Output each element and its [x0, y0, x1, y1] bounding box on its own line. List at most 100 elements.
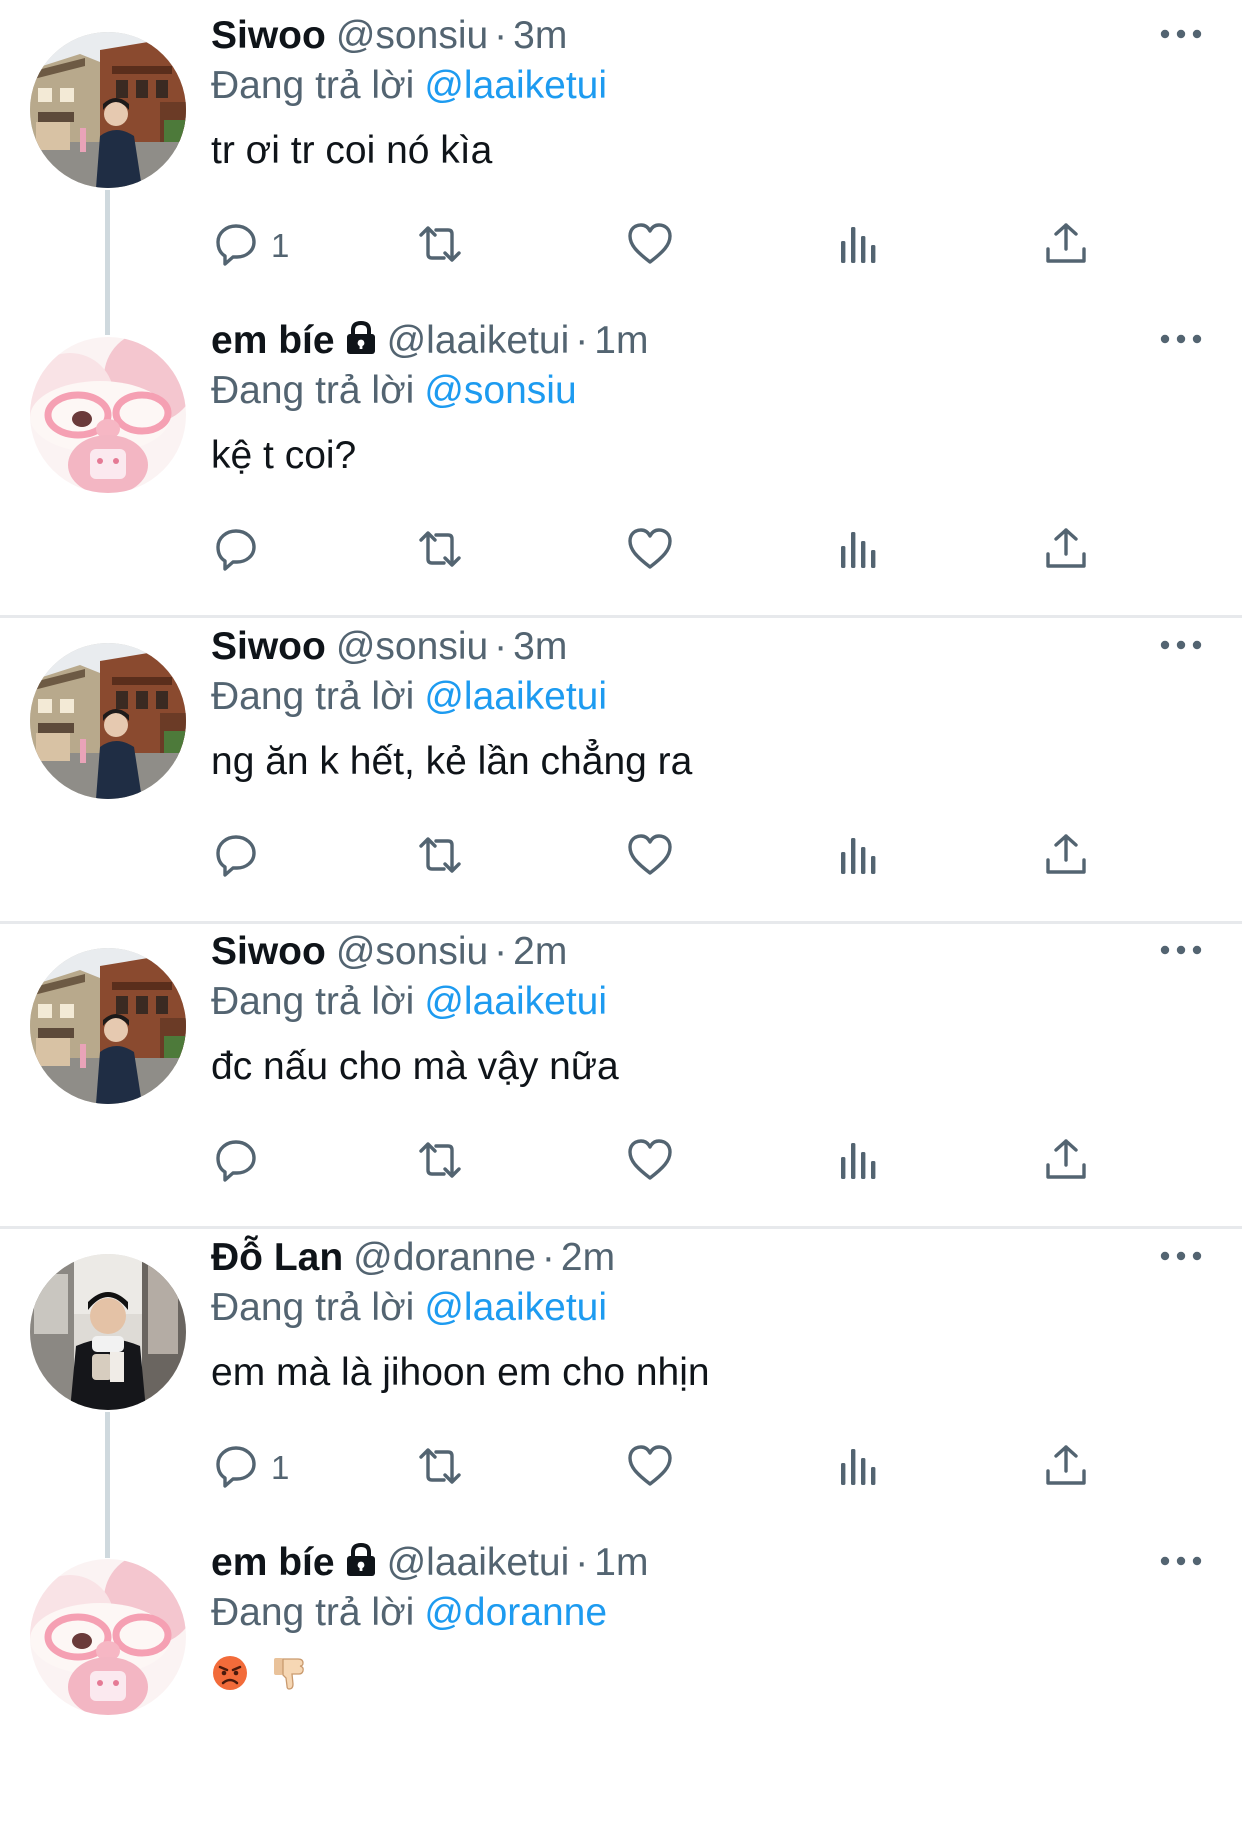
separator-dot: · — [494, 930, 508, 973]
share-icon — [1041, 219, 1091, 274]
share-icon — [1041, 830, 1091, 885]
share-icon — [1041, 1135, 1091, 1190]
street-photo-icon — [30, 948, 186, 1104]
display-name[interactable]: Siwoo — [211, 930, 326, 973]
replying-to-label: Đang trả lời — [211, 369, 415, 412]
views-button[interactable] — [834, 829, 884, 885]
reply-button[interactable]: 1 — [211, 218, 289, 274]
mention-link[interactable]: @laaiketui — [424, 64, 607, 107]
heart-icon — [625, 1441, 675, 1496]
views-button[interactable] — [834, 523, 884, 579]
more-options-icon[interactable] — [1157, 635, 1205, 655]
more-options-icon[interactable] — [1157, 1246, 1205, 1266]
tweet: Siwoo @sonsiu · 3m Đang trả lời @laaiketui ng… — [0, 619, 1242, 909]
timestamp[interactable]: 3m — [513, 625, 567, 668]
replying-to-line: Đang trả lời @laaiketui — [211, 976, 607, 1028]
avatar[interactable] — [30, 1254, 186, 1410]
retweet-button[interactable] — [415, 1134, 465, 1190]
retweet-button[interactable] — [415, 1440, 465, 1496]
mention-link[interactable]: @sonsiu — [424, 369, 576, 412]
retweet-button[interactable] — [415, 523, 465, 579]
tweet-header: Siwoo @sonsiu · 2m — [211, 924, 567, 980]
like-button[interactable] — [625, 523, 675, 579]
user-handle[interactable]: @doranne — [353, 1236, 536, 1279]
like-button[interactable] — [625, 218, 675, 274]
tweet-actions: 1 — [0, 218, 1242, 274]
display-name[interactable]: em bíe — [211, 1541, 335, 1584]
timestamp[interactable]: 1m — [594, 319, 648, 362]
heart-icon — [625, 524, 675, 579]
retweet-icon — [415, 524, 465, 579]
reply-button[interactable]: 1 — [211, 1440, 289, 1496]
street-photo-icon — [30, 32, 186, 188]
heart-icon — [625, 1135, 675, 1190]
reply-icon — [211, 830, 261, 885]
mention-link[interactable]: @laaiketui — [424, 980, 607, 1023]
more-options-icon[interactable] — [1157, 940, 1205, 960]
lock-icon — [345, 1538, 377, 1594]
user-handle[interactable]: @laaiketui — [387, 1541, 570, 1584]
bar-chart-icon — [834, 830, 884, 885]
views-button[interactable] — [834, 1134, 884, 1190]
share-button[interactable] — [1041, 218, 1091, 274]
retweet-icon — [415, 1441, 465, 1496]
lock-icon — [345, 316, 377, 372]
bar-chart-icon — [834, 1441, 884, 1496]
replying-to-label: Đang trả lời — [211, 675, 415, 718]
tweet-actions — [0, 829, 1242, 885]
reply-button[interactable] — [211, 829, 271, 885]
mention-link[interactable]: @laaiketui — [424, 675, 607, 718]
reply-button[interactable] — [211, 1134, 271, 1190]
user-handle[interactable]: @sonsiu — [336, 625, 488, 668]
like-button[interactable] — [625, 1134, 675, 1190]
plush-toy-icon — [30, 1559, 186, 1715]
more-options-icon[interactable] — [1157, 24, 1205, 44]
user-handle[interactable]: @sonsiu — [336, 930, 488, 973]
timestamp[interactable]: 2m — [513, 930, 567, 973]
timestamp[interactable]: 1m — [594, 1541, 648, 1584]
avatar[interactable] — [30, 32, 186, 188]
avatar[interactable] — [30, 337, 186, 493]
retweet-button[interactable] — [415, 829, 465, 885]
more-options-icon[interactable] — [1157, 1551, 1205, 1571]
bar-chart-icon — [834, 219, 884, 274]
reply-feed: Siwoo @sonsiu · 3m Đang trả lời @laaiketui tr… — [0, 0, 1242, 1768]
display-name[interactable]: Đỗ Lan — [211, 1236, 343, 1279]
share-button[interactable] — [1041, 523, 1091, 579]
like-button[interactable] — [625, 1440, 675, 1496]
tweet-header: em bíe @laaiketui · 1m — [211, 1535, 648, 1591]
display-name[interactable]: Siwoo — [211, 625, 326, 668]
timestamp[interactable]: 2m — [561, 1236, 615, 1279]
reply-icon — [211, 524, 261, 579]
tweet-header: em bíe @laaiketui · 1m — [211, 313, 648, 369]
replying-to-label: Đang trả lời — [211, 980, 415, 1023]
replying-to-line: Đang trả lời @laaiketui — [211, 671, 607, 723]
share-button[interactable] — [1041, 1440, 1091, 1496]
views-button[interactable] — [834, 218, 884, 274]
share-button[interactable] — [1041, 1134, 1091, 1190]
display-name[interactable]: Siwoo — [211, 14, 326, 57]
display-name[interactable]: em bíe — [211, 319, 335, 362]
reply-count: 1 — [271, 227, 290, 264]
bar-chart-icon — [834, 524, 884, 579]
mention-link[interactable]: @laaiketui — [424, 1286, 607, 1329]
tweet-text — [211, 1650, 308, 1708]
views-button[interactable] — [834, 1440, 884, 1496]
retweet-button[interactable] — [415, 218, 465, 274]
share-button[interactable] — [1041, 829, 1091, 885]
more-options-icon[interactable] — [1157, 329, 1205, 349]
replying-to-line: Đang trả lời @doranne — [211, 1587, 607, 1639]
like-button[interactable] — [625, 829, 675, 885]
tweet: em bíe @laaiketui · 1m Đang trả lời @dorann… — [0, 1535, 1242, 1825]
avatar[interactable] — [30, 643, 186, 799]
avatar[interactable] — [30, 1559, 186, 1715]
share-icon — [1041, 524, 1091, 579]
mention-link[interactable]: @doranne — [424, 1591, 607, 1634]
avatar[interactable] — [30, 948, 186, 1104]
reply-button[interactable] — [211, 523, 271, 579]
tweet-text: đc nấu cho mà vậy nữa — [211, 1045, 619, 1088]
user-handle[interactable]: @sonsiu — [336, 14, 488, 57]
user-handle[interactable]: @laaiketui — [387, 319, 570, 362]
tweet: Siwoo @sonsiu · 2m Đang trả lời @laaiketui đc… — [0, 924, 1242, 1214]
timestamp[interactable]: 3m — [513, 14, 567, 57]
